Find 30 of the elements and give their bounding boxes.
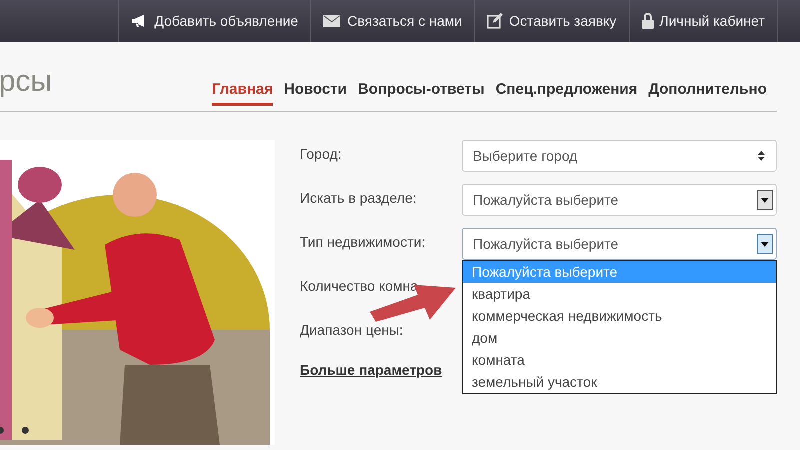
- sort-arrows-icon[interactable]: [758, 151, 765, 161]
- nav-tab[interactable]: Дополнительно: [648, 78, 767, 106]
- dropdown-option[interactable]: земельный участок: [463, 371, 776, 393]
- select-value: Пожалуйста выберите: [473, 190, 620, 210]
- edit-icon: [487, 13, 504, 29]
- field-label: Искать в разделе:: [300, 190, 417, 206]
- top-menu-link[interactable]: Добавить объявление: [118, 0, 310, 42]
- dropdown-option[interactable]: квартира: [463, 283, 776, 305]
- dropdown-option[interactable]: комната: [463, 349, 776, 371]
- nav-tab[interactable]: Спец.предложения: [496, 78, 638, 106]
- select-field[interactable]: Пожалуйста выберите: [462, 228, 777, 260]
- nav-tab[interactable]: Новости: [284, 78, 348, 106]
- nav-tab[interactable]: Вопросы-ответы: [358, 78, 485, 106]
- nav-tab[interactable]: Главная: [212, 78, 274, 106]
- select-value: Выберите город: [473, 146, 579, 166]
- field-label: Диапазон цены:: [300, 322, 404, 338]
- lock-icon: [642, 13, 654, 29]
- top-menu-link[interactable]: Связаться с нами: [310, 0, 474, 42]
- dropdown-option[interactable]: дом: [463, 327, 776, 349]
- select-field[interactable]: Пожалуйста выберите: [462, 184, 777, 216]
- field-label: Тип недвижимости:: [300, 234, 426, 250]
- logo-text: рсы: [0, 67, 52, 97]
- field-label: Город:: [300, 146, 342, 162]
- envelope-icon: [323, 14, 342, 28]
- select-field[interactable]: Выберите город: [462, 140, 777, 172]
- more-parameters-link[interactable]: Больше параметров: [300, 360, 442, 381]
- select-value: Пожалуйста выберите: [473, 234, 620, 254]
- dropdown-option[interactable]: коммерческая недвижимость: [463, 305, 776, 327]
- top-menu-link[interactable]: Оставить заявку: [474, 0, 629, 42]
- top-menu-link[interactable]: Личный кабинет: [628, 0, 778, 42]
